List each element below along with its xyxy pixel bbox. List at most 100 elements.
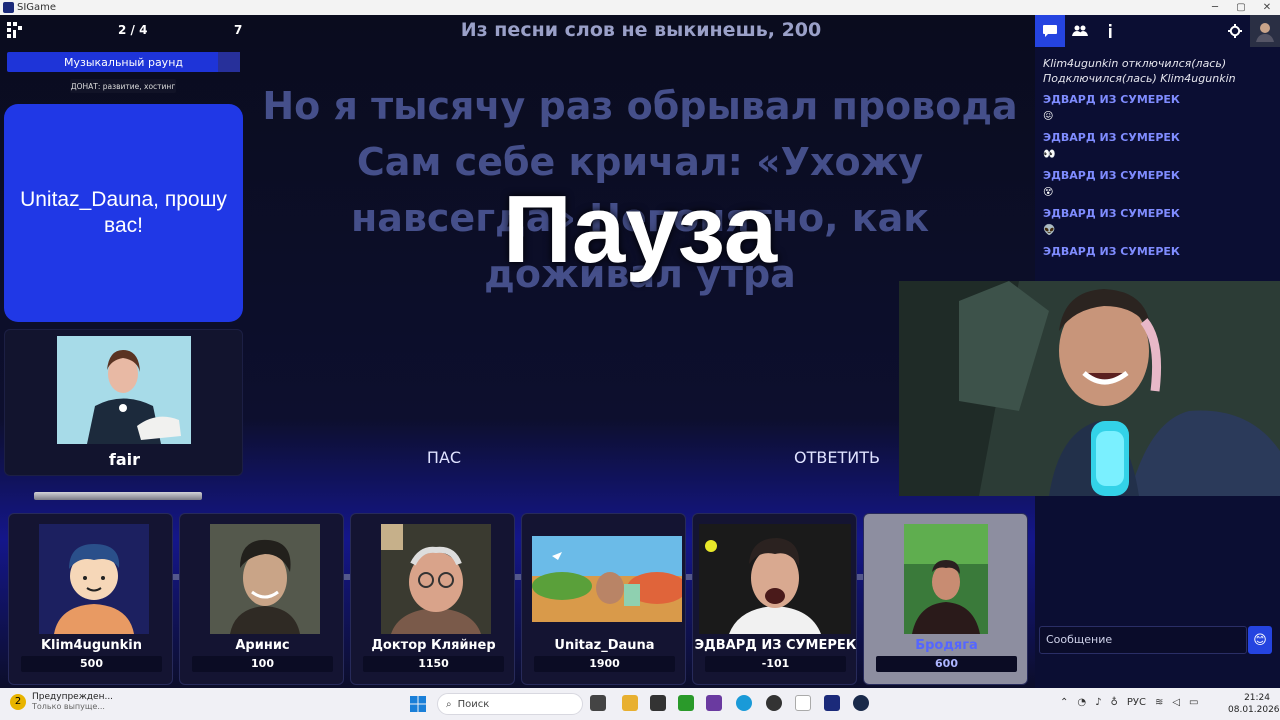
player-score: 100 [192,656,333,672]
chat-author: ЭДВАРД ИЗ СУМЕРЕК [1043,131,1180,144]
chat-log: Klim4ugunkin отключился(лась) Подключилс… [1043,56,1273,259]
chat-tabs [1035,15,1280,47]
chat-author: ЭДВАРД ИЗ СУМЕРЕК [1043,245,1180,258]
file-explorer-icon[interactable] [622,695,638,711]
chat-message: 👀 [1043,149,1056,160]
player-score: -101 [705,656,846,672]
player-avatar [699,524,851,634]
player-avatar [904,524,988,634]
network-icon[interactable]: ◔ [1077,697,1086,708]
taskbar-search[interactable]: ⌕ Поиск [437,693,583,715]
chat-icon[interactable] [1035,15,1065,47]
gear-icon[interactable] [1220,15,1250,47]
chat-system-message: Klim4ugunkin отключился(лась) [1043,57,1227,70]
close-icon[interactable]: ✕ [1254,2,1280,13]
window-title: SIGame [17,2,57,13]
player-card[interactable]: Аринис 100 [179,513,344,685]
player-avatar [210,524,320,634]
chat-message: 😵 [1043,187,1054,198]
theme-title: Из песни слов не выкинешь, 200 [460,19,822,41]
notification-subtitle: Только выпуще... [32,702,105,711]
showman-avatar [57,336,191,444]
pass-button[interactable]: ПАС [404,445,484,471]
showman-card: fair [4,329,243,476]
player-score: 1150 [363,656,504,672]
search-icon: ⌕ [446,698,452,710]
chat-message: 👽 [1043,225,1056,236]
taskbar-notification[interactable]: 2 Предупрежден... Только выпуще... [10,692,113,711]
player-card[interactable]: Доктор Кляйнер 1150 [350,513,515,685]
chat-author: ЭДВАРД ИЗ СУМЕРЕК [1043,169,1180,182]
chevron-up-icon[interactable]: ⌃ [1060,697,1068,708]
message-input[interactable]: Сообщение [1039,626,1247,654]
sigame-taskbar-icon[interactable] [824,695,840,711]
xbox-icon[interactable] [678,695,694,711]
emoji-send-icon[interactable]: 😊 [1248,626,1272,654]
player-avatar [532,536,682,622]
wifi-icon[interactable]: ≋ [1155,697,1163,708]
task-view-icon[interactable] [590,695,606,711]
round-name: Музыкальный раунд [64,55,183,69]
player-card[interactable]: Unitaz_Dauna 1900 [521,513,686,685]
player-score: 600 [876,656,1017,672]
windows-start-icon[interactable] [410,696,426,712]
player-name: Аринис [235,638,290,653]
warning-icon: 2 [10,693,26,710]
system-tray: ⌃ ◔ ♪ ♁ РУС ≋ ◁ ▭ [1060,697,1199,708]
round-progress-bar: Музыкальный раунд [7,52,240,72]
battery-icon[interactable]: ▭ [1189,697,1198,708]
player-name: Бродяга [915,638,978,653]
showman-message: Unitaz_Dauna, прошу вас! [4,104,243,322]
clock-date: 08.01.2026 [1228,705,1280,715]
player-score: 1900 [534,656,675,672]
player-name: Unitaz_Dauna [554,638,655,653]
steam-icon[interactable] [853,695,869,711]
round-bar-end [218,52,240,72]
player-score: 500 [21,656,162,672]
window-controls: ─ ▢ ✕ [1202,2,1280,13]
language-indicator[interactable]: РУС [1127,697,1146,708]
edge-icon[interactable] [736,695,752,711]
player-name: ЭДВАРД ИЗ СУМЕРЕК [694,638,857,653]
os-taskbar: 2 Предупрежден... Только выпуще... ⌕ Пои… [0,688,1280,720]
answer-button[interactable]: ОТВЕТИТЬ [782,445,892,471]
player-name: Доктор Кляйнер [371,638,496,653]
player-card[interactable]: ЭДВАРД ИЗ СУМЕРЕК -101 [692,513,857,685]
minimize-icon[interactable]: ─ [1202,2,1228,13]
speaker-icon[interactable]: ♪ [1095,697,1101,708]
window-titlebar: SIGame ─ ▢ ✕ [0,0,1280,15]
notepad-icon[interactable] [795,695,811,711]
info-icon[interactable] [1095,15,1125,47]
game-menu-icon[interactable] [6,21,24,39]
obs-icon[interactable] [766,695,782,711]
notification-title: Предупрежден... [32,692,114,702]
sigame-app-icon [3,2,14,13]
user-avatar-icon[interactable] [1250,15,1280,47]
pause-overlay: Пауза [502,176,778,283]
terminal-icon[interactable] [650,695,666,711]
donate-label: ДОНАТ: развитие, хостинг [70,79,176,93]
chat-message: 😖 [1043,111,1054,122]
app-root: SIGame ─ ▢ ✕ 2 / 4 7 Из песни слов не вы… [0,0,1280,720]
round-total: 7 [234,23,243,37]
webcam-overlay [899,281,1280,496]
microphone-icon[interactable]: ♁ [1111,697,1118,708]
maximize-icon[interactable]: ▢ [1228,2,1254,13]
player-card[interactable]: Klim4ugunkin 500 [8,513,173,685]
app-icon[interactable] [706,695,722,711]
player-card-active[interactable]: Бродяга 600 [863,513,1028,685]
player-name: Klim4ugunkin [40,638,142,653]
round-counter: 2 / 4 [118,23,148,37]
volume-icon[interactable]: ◁ [1172,697,1180,708]
clock-time: 21:24 [1244,693,1270,703]
showman-name: fair [108,450,141,469]
taskbar-clock[interactable]: 21:24 08.01.2026 [1228,692,1280,716]
players-row: Klim4ugunkin 500 Аринис 100 Доктор Кляйн… [8,513,1028,685]
chat-author: ЭДВАРД ИЗ СУМЕРЕК [1043,207,1180,220]
chat-system-message: Подключился(лась) Klim4ugunkin [1043,72,1236,85]
active-lamp [34,492,202,500]
chat-author: ЭДВАРД ИЗ СУМЕРЕК [1043,93,1180,106]
search-label: Поиск [457,698,490,710]
users-icon[interactable] [1065,15,1095,47]
player-avatar [39,524,149,634]
